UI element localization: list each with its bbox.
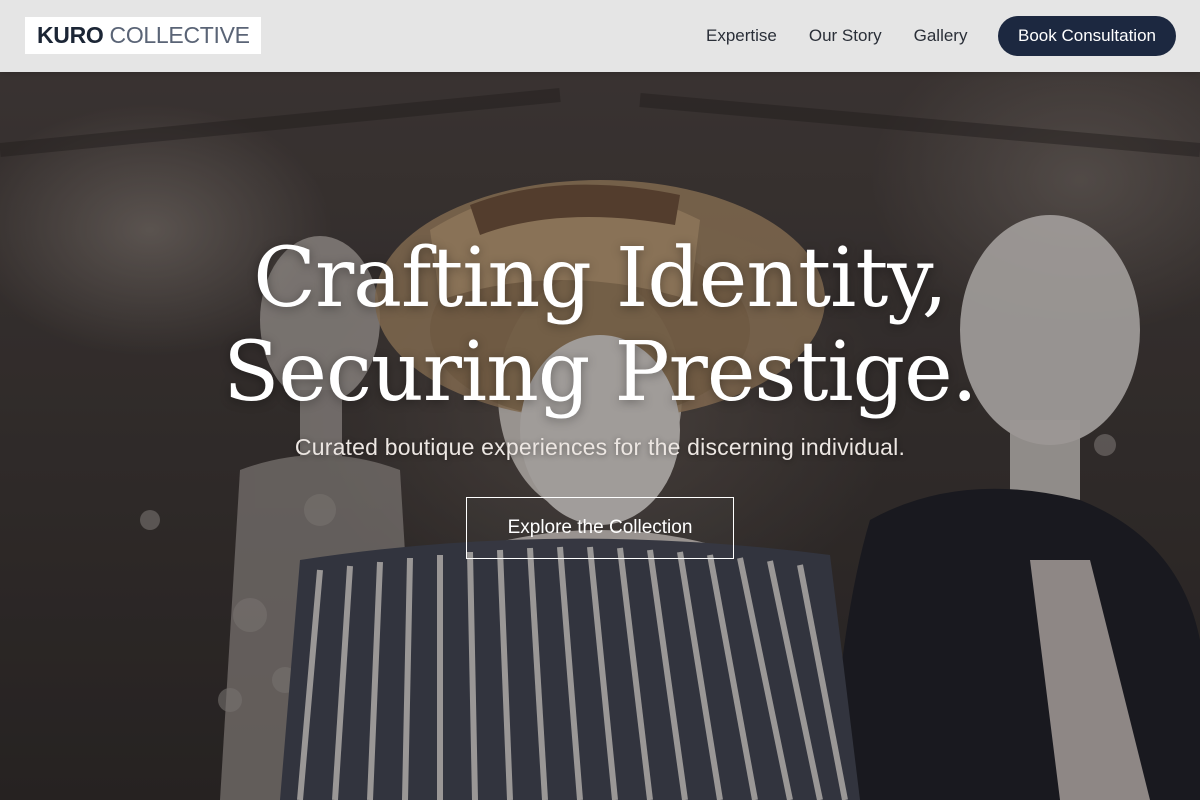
book-consultation-button[interactable]: Book Consultation — [998, 16, 1176, 56]
nav-link-gallery[interactable]: Gallery — [898, 26, 984, 46]
top-navigation-bar: KURO COLLECTIVE Expertise Our Story Gall… — [0, 0, 1200, 72]
brand-name-light: COLLECTIVE — [109, 22, 250, 48]
brand-logo[interactable]: KURO COLLECTIVE — [25, 17, 261, 54]
hero-title-line-2: Securing Prestige. — [223, 325, 977, 420]
nav-link-our-story[interactable]: Our Story — [793, 26, 898, 46]
landing-page: KURO COLLECTIVE Expertise Our Story Gall… — [0, 0, 1200, 800]
brand-name-strong: KURO — [37, 22, 104, 48]
nav-link-expertise[interactable]: Expertise — [690, 26, 793, 46]
hero-section: Crafting Identity, Securing Prestige. Cu… — [0, 232, 1200, 559]
hero-title-line-1: Crafting Identity, — [253, 231, 948, 326]
explore-collection-button[interactable]: Explore the Collection — [466, 497, 734, 559]
main-nav: Expertise Our Story Gallery — [690, 0, 983, 72]
hero-subtitle: Curated boutique experiences for the dis… — [294, 434, 906, 460]
hero-title: Crafting Identity, Securing Prestige. — [0, 232, 1200, 420]
